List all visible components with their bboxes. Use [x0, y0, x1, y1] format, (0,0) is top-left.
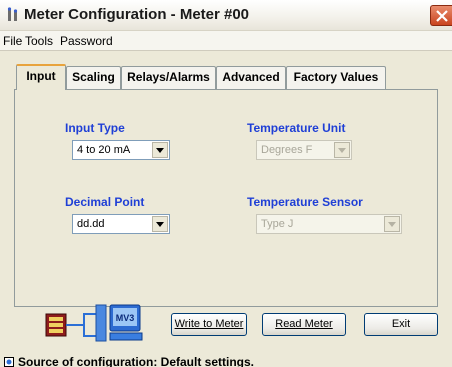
- client-area: Input Scaling Relays/Alarms Advanced Fac…: [0, 51, 452, 367]
- tab-panel-input: Input Type 4 to 20 mA Decimal Point dd.d…: [14, 89, 438, 307]
- decimal-point-label: Decimal Point: [65, 195, 145, 209]
- close-icon: [436, 10, 448, 22]
- meter-connection-graphic: MV3: [45, 304, 143, 342]
- exit-label: Exit: [391, 318, 411, 330]
- title-bar: Meter Configuration - Meter #00: [0, 0, 452, 31]
- decimal-point-dropdown[interactable]: [152, 216, 168, 232]
- meter-icon: [45, 313, 67, 337]
- computer-screen-text: MV3: [116, 313, 135, 323]
- input-type-dropdown[interactable]: [152, 142, 168, 158]
- chevron-down-icon: [388, 222, 396, 227]
- chevron-down-icon: [156, 222, 164, 227]
- temperature-unit-label: Temperature Unit: [247, 121, 346, 135]
- temperature-sensor-label: Temperature Sensor: [247, 195, 363, 209]
- tab-relays-alarms[interactable]: Relays/Alarms: [121, 66, 216, 89]
- input-type-select[interactable]: 4 to 20 mA: [72, 140, 170, 160]
- temperature-unit-value: Degrees F: [261, 144, 313, 156]
- menu-tools[interactable]: Tools: [25, 34, 53, 48]
- menu-file[interactable]: File: [3, 34, 22, 48]
- temperature-sensor-select: Type J: [256, 214, 402, 234]
- menu-bar: File Tools Password: [0, 31, 452, 51]
- tab-scaling[interactable]: Scaling: [66, 66, 121, 89]
- write-to-meter-label: Write to Meter: [174, 318, 244, 330]
- input-type-value: 4 to 20 mA: [77, 144, 131, 156]
- window-title: Meter Configuration - Meter #00: [24, 6, 250, 23]
- decimal-point-select[interactable]: dd.dd: [72, 214, 170, 234]
- tab-factory-values[interactable]: Factory Values: [286, 66, 386, 89]
- exit-button[interactable]: Exit: [364, 313, 438, 336]
- chevron-down-icon: [338, 148, 346, 153]
- info-icon: [4, 357, 14, 367]
- read-meter-button[interactable]: Read Meter: [262, 313, 346, 336]
- status-bar: Source of configuration: Default setting…: [0, 356, 452, 367]
- meter-app-icon: [7, 7, 18, 21]
- temperature-unit-dropdown: [334, 142, 350, 158]
- chevron-down-icon: [156, 148, 164, 153]
- status-text: Source of configuration: Default setting…: [18, 356, 255, 367]
- tab-input[interactable]: Input: [16, 64, 66, 90]
- menu-password[interactable]: Password: [60, 34, 113, 48]
- temperature-sensor-value: Type J: [261, 218, 294, 230]
- tab-advanced[interactable]: Advanced: [216, 66, 286, 89]
- computer-icon: [95, 304, 143, 342]
- connection-cable: [66, 313, 96, 337]
- read-meter-label: Read Meter: [275, 318, 333, 330]
- temperature-sensor-dropdown: [384, 216, 400, 232]
- input-type-label: Input Type: [65, 121, 125, 135]
- close-button[interactable]: [430, 5, 452, 26]
- temperature-unit-select: Degrees F: [256, 140, 352, 160]
- write-to-meter-button[interactable]: Write to Meter: [171, 313, 247, 336]
- decimal-point-value: dd.dd: [77, 218, 105, 230]
